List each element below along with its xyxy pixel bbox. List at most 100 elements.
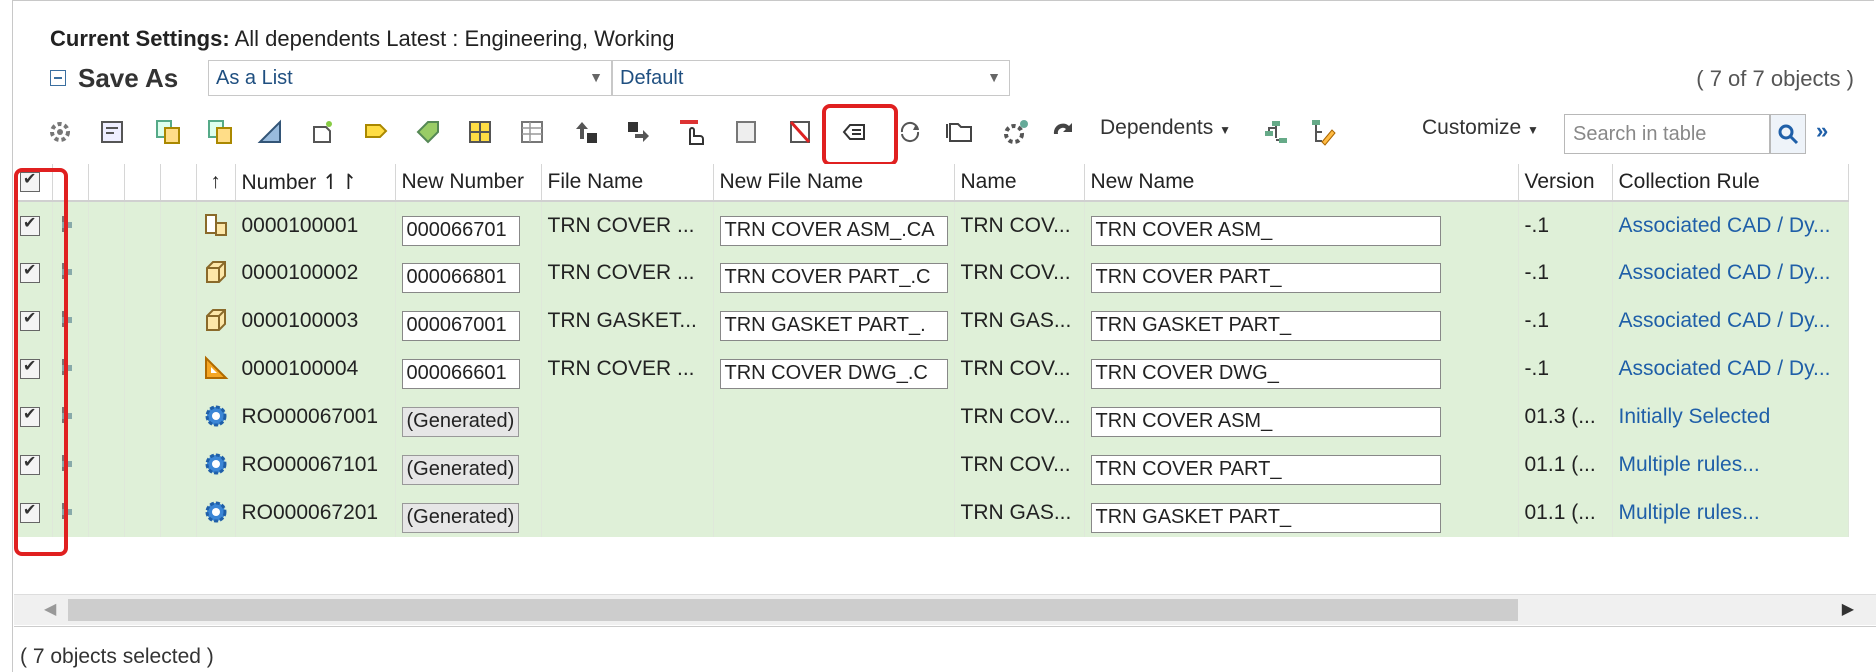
- gear-icon: [196, 489, 236, 537]
- file-name-cell: TRN GASKET...: [541, 297, 714, 345]
- new-number-input[interactable]: 000066701: [401, 216, 520, 246]
- frame-icon[interactable]: [732, 118, 760, 146]
- new-file-name-input[interactable]: TRN GASKET PART_.: [719, 311, 948, 341]
- new-name-input[interactable]: TRN COVER PART_: [1090, 455, 1441, 485]
- save-as-title: Save As: [78, 62, 179, 93]
- save-as-header: Save As: [46, 60, 190, 96]
- header-file-name[interactable]: File Name: [541, 164, 714, 202]
- number-cell: 0000100001: [235, 201, 396, 249]
- table-edit-icon[interactable]: [518, 118, 546, 146]
- new-file-name-cell: TRN COVER ASM_.CA: [713, 201, 955, 249]
- header-blank-2: [124, 164, 161, 202]
- name-cell: TRN COV...: [954, 441, 1085, 489]
- collection-rule-link[interactable]: Associated CAD / Dy...: [1612, 345, 1849, 393]
- header-new-name[interactable]: New Name: [1084, 164, 1519, 202]
- version-cell: 01.1 (...: [1518, 489, 1613, 537]
- footer-divider: [14, 626, 1876, 627]
- table-row[interactable]: 0000100004 000066601 TRN COVER ... TRN C…: [14, 345, 1849, 393]
- new-number-input[interactable]: 000067001: [401, 311, 520, 341]
- insert-below-icon[interactable]: [624, 118, 652, 146]
- new-name-cell: TRN COVER DWG_: [1084, 345, 1519, 393]
- part-icon: [196, 249, 236, 297]
- view-select[interactable]: As a List ▼: [208, 60, 612, 96]
- new-file-name-input[interactable]: TRN COVER DWG_.C: [719, 359, 948, 389]
- new-file-name-input[interactable]: TRN COVER PART_.C: [719, 263, 948, 293]
- scroll-right-icon[interactable]: ▶: [1842, 599, 1854, 619]
- remove-icon[interactable]: [786, 118, 814, 146]
- table-row[interactable]: 0000100003 000067001 TRN GASKET... TRN G…: [14, 297, 1849, 345]
- collection-rule-link[interactable]: Multiple rules...: [1612, 441, 1849, 489]
- new-number-input[interactable]: 000066601: [401, 359, 520, 389]
- number-cell: 0000100003: [235, 297, 396, 345]
- scrollbar-thumb[interactable]: [68, 599, 1518, 621]
- collection-rule-link[interactable]: Associated CAD / Dy...: [1612, 249, 1849, 297]
- header-new-number[interactable]: New Number: [395, 164, 542, 202]
- table-row[interactable]: 0000100001 000066701 TRN COVER ... TRN C…: [14, 201, 1849, 249]
- refresh-icon[interactable]: [896, 118, 924, 146]
- filter-select[interactable]: Default ▼: [612, 60, 1010, 96]
- table-row[interactable]: RO000067101 (Generated) TRN COV... TRN C…: [14, 441, 1849, 489]
- settings-gear-icon[interactable]: [46, 118, 74, 146]
- grid-icon[interactable]: [466, 118, 494, 146]
- version-cell: -.1: [1518, 297, 1613, 345]
- paste-icon[interactable]: [206, 118, 234, 146]
- new-name-input[interactable]: TRN COVER DWG_: [1090, 359, 1441, 389]
- new-name-input[interactable]: TRN COVER ASM_: [1090, 407, 1441, 437]
- table-row[interactable]: RO000067001 (Generated) TRN COV... TRN C…: [14, 393, 1849, 441]
- search-input[interactable]: Search in table: [1564, 114, 1770, 154]
- scroll-left-icon[interactable]: ◀: [44, 599, 56, 619]
- new-number-input[interactable]: 000066801: [401, 263, 520, 293]
- insert-above-icon[interactable]: [572, 118, 600, 146]
- dependents-menu[interactable]: Dependents ▼: [1100, 116, 1231, 140]
- tree-edit-icon[interactable]: [1308, 118, 1336, 146]
- collection-rule-link[interactable]: Multiple rules...: [1612, 489, 1849, 537]
- name-cell: TRN COV...: [954, 249, 1085, 297]
- header-number[interactable]: Number ↿↾: [235, 164, 396, 202]
- dependents-label: Dependents: [1100, 116, 1214, 139]
- new-file-name-input[interactable]: TRN COVER ASM_.CA: [719, 216, 948, 246]
- tag-icon[interactable]: [414, 118, 442, 146]
- horizontal-scrollbar[interactable]: ◀ ▶: [14, 594, 1876, 625]
- collection-rule-link[interactable]: Associated CAD / Dy...: [1612, 297, 1849, 345]
- drawing-icon: [196, 345, 236, 393]
- configure-icon[interactable]: [1002, 118, 1030, 146]
- new-file-name-cell: [713, 489, 955, 537]
- selection-status: ( 7 objects selected ): [20, 645, 214, 668]
- header-version[interactable]: Version: [1518, 164, 1613, 202]
- table-row[interactable]: 0000100002 000066801 TRN COVER ... TRN C…: [14, 249, 1849, 297]
- collection-rule-link[interactable]: Associated CAD / Dy...: [1612, 201, 1849, 249]
- header-new-file-name[interactable]: New File Name: [713, 164, 955, 202]
- drawing-tool-icon[interactable]: [256, 118, 284, 146]
- header-collection-rule[interactable]: Collection Rule: [1612, 164, 1849, 202]
- number-cell: 0000100004: [235, 345, 396, 393]
- rename-icon[interactable]: [362, 118, 390, 146]
- new-name-cell: TRN COVER PART_: [1084, 441, 1519, 489]
- new-number-cell: (Generated): [395, 489, 542, 537]
- table-row[interactable]: RO000067201 (Generated) TRN GAS... TRN G…: [14, 489, 1849, 537]
- copy-icon[interactable]: [154, 118, 182, 146]
- tree-icon[interactable]: [1262, 118, 1290, 146]
- chevron-down-icon: ▼: [589, 69, 603, 85]
- new-part-icon[interactable]: [308, 118, 336, 146]
- new-number-cell: 000066601: [395, 345, 542, 393]
- new-number-generated: (Generated): [401, 455, 520, 485]
- sync-icon[interactable]: [1050, 118, 1078, 146]
- select-hand-icon[interactable]: [678, 118, 706, 146]
- collapse-icon[interactable]: [50, 70, 66, 86]
- folder-icon[interactable]: [946, 118, 974, 146]
- customize-menu[interactable]: Customize ▼: [1422, 116, 1539, 140]
- more-actions-icon[interactable]: »: [1816, 118, 1828, 144]
- header-name[interactable]: Name: [954, 164, 1085, 202]
- search-icon[interactable]: [1770, 114, 1806, 154]
- assembly-icon: [196, 201, 236, 249]
- header-sort[interactable]: ↑: [196, 164, 236, 202]
- new-name-cell: TRN GASKET PART_: [1084, 489, 1519, 537]
- new-name-input[interactable]: TRN GASKET PART_: [1090, 311, 1441, 341]
- new-name-input[interactable]: TRN COVER ASM_: [1090, 216, 1441, 246]
- results-table: ↑ Number ↿↾ New Number File Name New Fil…: [14, 164, 1876, 544]
- collection-rule-link[interactable]: Initially Selected: [1612, 393, 1849, 441]
- new-name-input[interactable]: TRN COVER PART_: [1090, 263, 1441, 293]
- new-name-input[interactable]: TRN GASKET PART_: [1090, 503, 1441, 533]
- highlight-checkbox-column: [14, 168, 68, 556]
- structure-icon[interactable]: [98, 118, 126, 146]
